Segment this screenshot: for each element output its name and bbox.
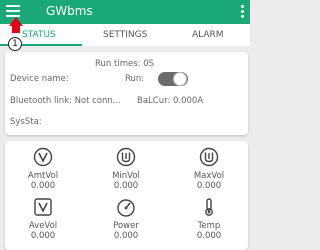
tab-status[interactable]: STATUS: [22, 30, 56, 40]
hamburger-menu-icon[interactable]: [6, 5, 20, 17]
metric-minvol: MinVol 0.000: [96, 147, 156, 191]
metric-label: AmtVol: [27, 171, 59, 181]
tab-bar: STATUS SETTINGS ALARM: [0, 24, 250, 46]
annotation-number: 1: [8, 37, 22, 51]
overflow-menu-icon[interactable]: [241, 5, 244, 19]
metric-label: MinVol: [112, 171, 140, 181]
speedometer-icon: [117, 199, 135, 217]
metric-label: Power: [113, 221, 139, 231]
metric-value: 0.000: [196, 181, 222, 191]
average-voltage-icon: [34, 198, 52, 216]
bluetooth-link-text: Bluetooth link: Not conn...: [10, 96, 121, 106]
metric-value: 0.000: [30, 181, 56, 191]
metric-value: 0.000: [196, 231, 222, 241]
thermometer-icon: [205, 198, 213, 216]
metrics-card: AmtVol 0.000 MinVol 0.000 MaxVol 0.000 A…: [5, 141, 248, 250]
metric-label: MaxVol: [193, 171, 225, 181]
metric-value: 0.000: [113, 231, 139, 241]
max-voltage-icon: [199, 147, 219, 167]
metric-amtvol: AmtVol 0.000: [13, 147, 73, 191]
metric-maxvol: MaxVol 0.000: [179, 147, 239, 191]
system-status-label: SysSta:: [10, 117, 42, 127]
metric-value: 0.000: [113, 181, 139, 191]
metric-value: 0.000: [30, 231, 56, 241]
app-title: GWbms: [46, 4, 93, 18]
run-label: Run:: [125, 74, 145, 84]
status-info-card: Run times: 0S Device name: Run: Bluetoot…: [5, 52, 248, 135]
device-name-label: Device name:: [10, 74, 69, 84]
annotation-arrow-stem: [12, 25, 20, 33]
metric-label: Temp: [197, 221, 221, 231]
balance-current-text: BaLCur: 0.000A: [137, 96, 204, 106]
metric-label: AveVol: [28, 221, 58, 231]
run-toggle-knob: [173, 72, 187, 86]
tab-alarm[interactable]: ALARM: [192, 30, 224, 40]
app-bar: GWbms: [0, 0, 250, 24]
metric-power: Power 0.000: [96, 197, 156, 241]
voltage-gauge-icon: [33, 147, 53, 167]
run-toggle[interactable]: [158, 72, 188, 86]
tab-settings[interactable]: SETTINGS: [103, 30, 147, 40]
metric-temp: Temp 0.000: [179, 197, 239, 241]
run-times-text: Run times: 0S: [95, 59, 155, 69]
min-voltage-icon: [116, 147, 136, 167]
metric-avevol: AveVol 0.000: [13, 197, 73, 241]
